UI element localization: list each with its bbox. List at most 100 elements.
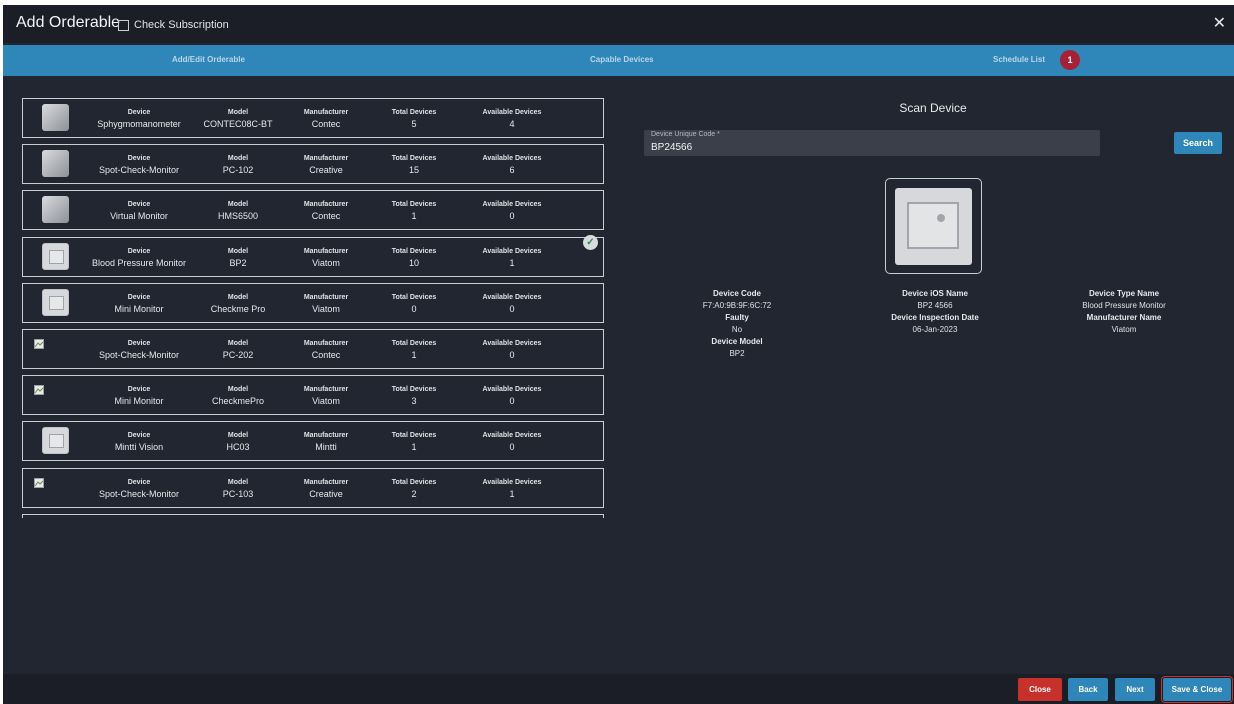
image-placeholder-icon [42,288,69,316]
column-header: Total Devices [391,247,437,255]
column-header: Available Devices [482,201,542,209]
column-header: Available Devices [482,386,542,394]
device-model-column: Model Checkme Pro [198,292,278,316]
device-total-column: Total Devices 5 [374,107,454,131]
device-device-value: Mini Monitor [114,303,164,314]
device-total-column: Total Devices 10 [374,246,454,270]
device-card[interactable]: Device Spot-Check-Monitor Model PC-102 Manuf… [22,144,604,185]
device-total-value: 2 [411,488,417,499]
device-manufacturer-value: Creative [309,488,343,499]
column-header: Model [227,109,249,116]
device-unique-code-field[interactable]: Device Unique Code * [644,130,1100,156]
column-header: Manufacturer [303,386,349,394]
device-manufacturer-value: Contec [311,211,341,222]
device-manufacturer-column: Manufacturer Mintti [286,430,366,454]
tab-add-edit-orderable[interactable]: Add/Edit Orderable [172,55,245,64]
device-total-column: Total Devices 15 [374,153,454,177]
manufacturer-name-value: Viatom [1111,325,1137,334]
image-placeholder-icon [895,188,972,265]
column-header: Total Devices [391,201,437,209]
device-manufacturer-column: Manufacturer Creative [286,153,366,177]
device-image [885,178,982,274]
next-button[interactable]: Next [1115,678,1155,701]
tab-capable-devices[interactable]: Capable Devices [590,55,654,64]
device-card[interactable]: Device Spot-Check-Monitor Model PC-103 Manuf… [22,467,604,508]
device-device-value: Spot-Check-Monitor [98,488,180,499]
column-header: Manufacturer [303,478,349,486]
column-header: Model [227,432,249,440]
column-header: Available Devices [482,109,542,116]
device-manufacturer-column: Manufacturer Contec [286,338,366,362]
device-card[interactable]: Device Virtual Monitor Model HMS6500 Manufac… [22,190,604,231]
device-total-column: Total Devices 1 [374,199,454,223]
device-available-column: Available Devices 0 [467,338,557,362]
device-card[interactable]: Device Sphygmomanometer Model CONTEC08C-BT M… [22,98,604,138]
device-available-column: Available Devices 0 [467,384,557,408]
column-header: Model [227,155,249,163]
column-header: Device [127,201,151,209]
column-header: Available Devices [482,432,542,440]
device-model-column: Model PC-103 [198,477,278,501]
device-card[interactable]: Device Spot-Check-Monitor Model PC-202 Manuf… [22,329,604,369]
device-model-label: Device Model [711,337,763,346]
column-header: Device [127,340,151,347]
column-header: Model [227,386,249,394]
device-available-value: 0 [509,211,515,222]
device-card[interactable]: Device Mini Monitor Model Checkme Pro Manufa… [22,282,604,323]
type-name-value: Blood Pressure Monitor [1082,301,1166,310]
device-photo [42,104,69,131]
device-unique-code-label: Device Unique Code * [651,131,720,138]
back-button[interactable]: Back [1068,678,1108,701]
device-device-value: Sphygmomanometer [97,119,181,129]
close-icon[interactable]: ✕ [1213,13,1226,33]
column-header: Total Devices [391,386,437,394]
column-header: Manufacturer [303,293,349,301]
column-header: Total Devices [391,293,437,301]
device-model-column: Model PC-102 [198,153,278,177]
device-total-value: 1 [411,211,417,222]
column-header: Manufacturer [303,155,349,163]
scan-device-title: Scan Device [899,101,967,115]
add-orderable-dialog: Add Orderable Check Subscription ✕ Add/E… [3,5,1234,704]
device-available-column: Available Devices 0 [467,292,557,316]
search-button[interactable]: Search [1174,132,1222,154]
column-header: Available Devices [482,478,542,486]
device-available-column: Available Devices 0 [467,430,557,454]
device-card[interactable]: Device Mini Monitor Model CheckmePro Manufac… [22,375,604,416]
device-total-value: 10 [408,257,419,268]
check-subscription-option[interactable]: Check Subscription [118,19,229,31]
close-button[interactable]: Close [1018,678,1062,701]
device-device-column: Device Blood Pressure Monitor [79,246,199,270]
device-unique-code-input[interactable] [651,140,1091,154]
broken-image-icon [34,336,44,349]
check-subscription-checkbox[interactable] [118,19,129,31]
device-model-value: PC-202 [222,350,254,360]
manufacturer-name-label: Manufacturer Name [1086,313,1162,322]
device-device-value: Spot-Check-Monitor [98,350,180,360]
device-card[interactable]: Device Mintti Vision Model HC03 Manufacturer… [22,421,604,462]
column-header: Model [227,201,249,209]
device-code-label: Device Code [712,289,762,298]
tab-schedule-list[interactable]: Schedule List [993,55,1045,64]
save-and-close-button[interactable]: Save & Close [1161,676,1233,703]
device-total-column: Total Devices 0 [374,292,454,316]
device-available-value: 6 [509,165,515,176]
column-header: Total Devices [391,478,437,486]
device-available-column: Available Devices 6 [467,153,557,177]
device-card[interactable]: Device Blood Pressure Monitor Model BP2 Manu… [22,234,604,277]
check-subscription-label: Check Subscription [134,19,229,31]
column-header: Device [127,247,151,255]
column-header: Manufacturer [303,432,349,440]
column-header: Total Devices [391,340,437,347]
column-header: Manufacturer [303,109,349,116]
device-details-left: Device Code F7:A0:9B:9F:6C:72 Faulty No … [687,288,787,360]
device-model-column: Model PC-202 [198,338,278,362]
type-name-label: Device Type Name [1088,289,1160,298]
device-model-column: Model CheckmePro [198,384,278,408]
inspection-date-label: Device Inspection Date [891,313,979,322]
device-total-value: 1 [411,350,417,360]
device-card[interactable] [22,514,604,518]
faulty-value: No [731,325,743,334]
column-header: Model [227,478,249,486]
device-photo [42,150,69,178]
